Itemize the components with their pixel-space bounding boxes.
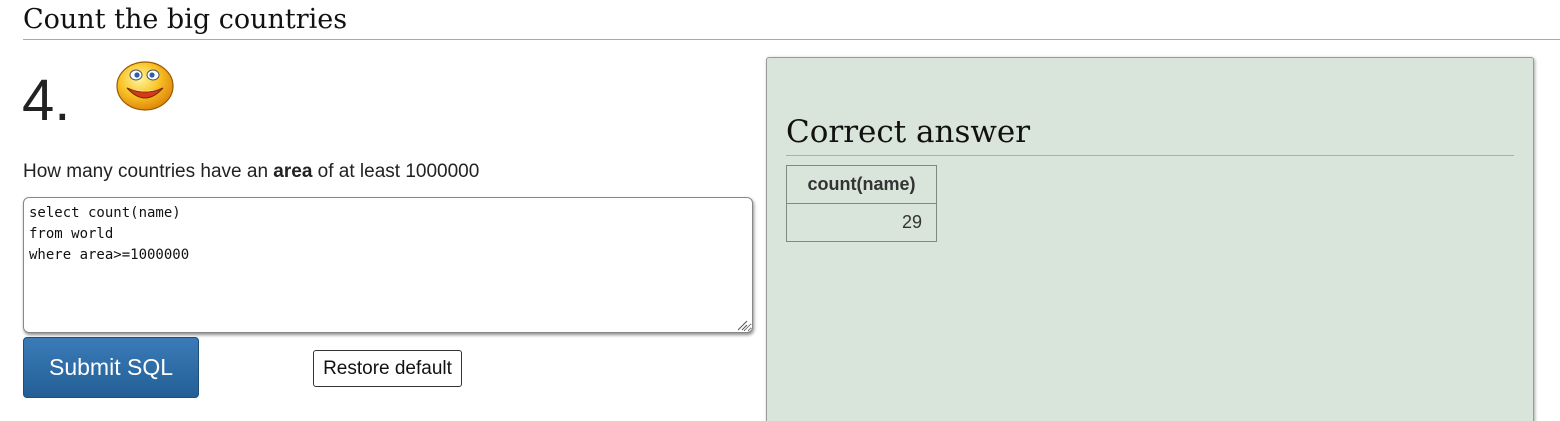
answer-title: Correct answer (786, 114, 1031, 150)
question-prefix: How many countries have an (23, 161, 274, 182)
submit-sql-button[interactable]: Submit SQL (23, 337, 199, 398)
section-divider (23, 39, 1560, 40)
smiley-correct-icon (116, 61, 174, 111)
page: Count the big countries 4. How many coun… (0, 0, 1560, 421)
section-title: Count the big countries (23, 4, 348, 35)
table-row: 29 (786, 203, 937, 242)
question-text: How many countries have an area of at le… (23, 160, 479, 184)
table-cell: 29 (786, 203, 937, 242)
question-keyword: area (273, 161, 313, 182)
answer-divider (786, 155, 1514, 156)
question-number: 4. (22, 68, 71, 133)
restore-default-button[interactable]: Restore default (313, 350, 462, 387)
sql-editor[interactable] (23, 197, 753, 333)
answer-panel: Correct answer count(name) 29 (766, 57, 1534, 421)
resize-handle-icon[interactable] (736, 319, 748, 331)
question-suffix: of at least 1000000 (312, 161, 480, 182)
result-table: count(name) 29 (786, 165, 937, 242)
column-header: count(name) (786, 165, 937, 204)
table-header-row: count(name) (786, 165, 937, 204)
